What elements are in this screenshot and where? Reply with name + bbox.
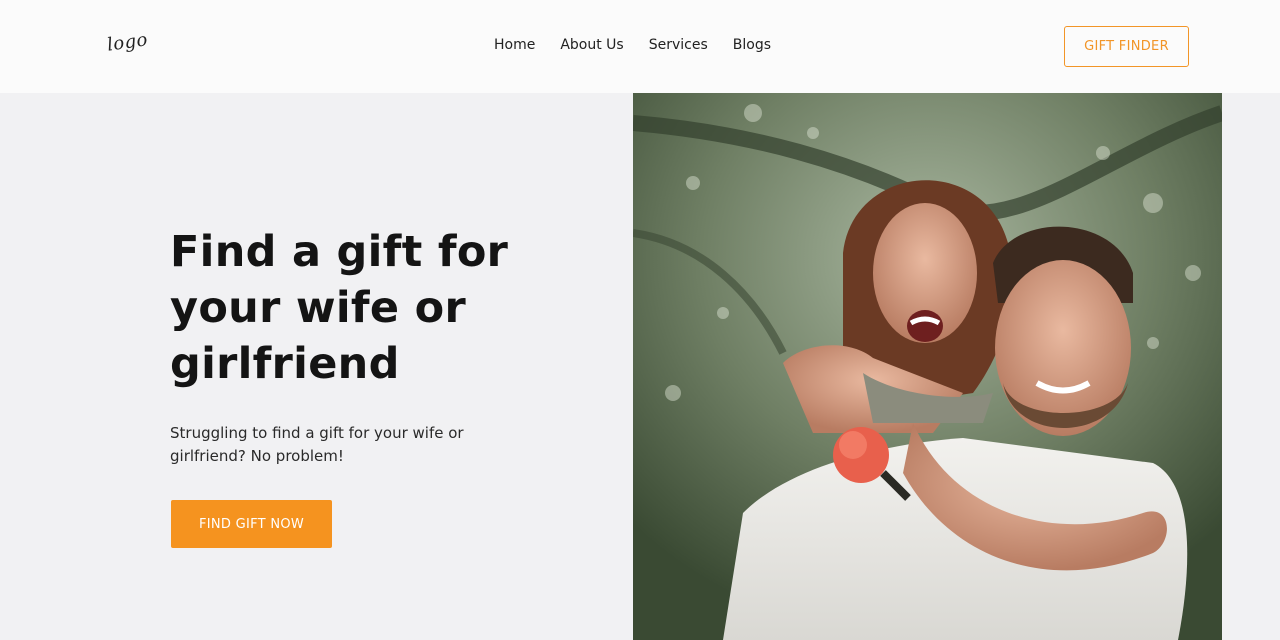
hero-subtitle: Struggling to find a gift for your wife … bbox=[170, 424, 464, 465]
nav-item-about-us[interactable]: About Us bbox=[560, 37, 623, 53]
site-logo[interactable]: logo bbox=[106, 29, 149, 55]
nav-item-blogs[interactable]: Blogs bbox=[733, 37, 771, 53]
nav-item-home[interactable]: Home bbox=[494, 37, 535, 53]
couple-photo-icon bbox=[633, 93, 1222, 640]
gift-finder-button[interactable]: GIFT FINDER bbox=[1064, 26, 1189, 67]
hero-photo bbox=[633, 93, 1222, 640]
main-nav: Home About Us Services Blogs bbox=[494, 37, 771, 53]
nav-item-services[interactable]: Services bbox=[649, 37, 708, 53]
hero-title: Find a gift for your wife or girlfriend bbox=[170, 227, 509, 389]
find-gift-now-button[interactable]: FIND GIFT NOW bbox=[171, 500, 332, 548]
site-header: logo Home About Us Services Blogs GIFT F… bbox=[0, 0, 1280, 93]
